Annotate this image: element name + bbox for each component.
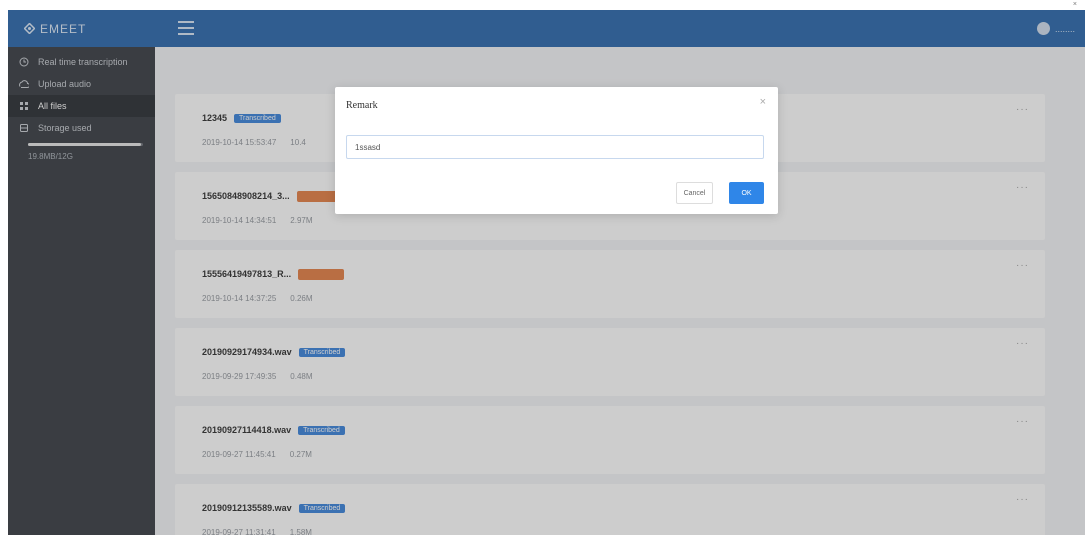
dialog-title: Remark [346,100,378,111]
cancel-button[interactable]: Cancel [676,182,713,204]
close-icon[interactable]: × [760,96,766,108]
remark-input[interactable] [346,135,764,159]
ok-button[interactable]: OK [729,182,764,204]
window-titlebar: × [0,0,1085,10]
window-close-icon[interactable]: × [1073,0,1077,9]
remark-dialog: Remark × Cancel OK [335,87,778,214]
